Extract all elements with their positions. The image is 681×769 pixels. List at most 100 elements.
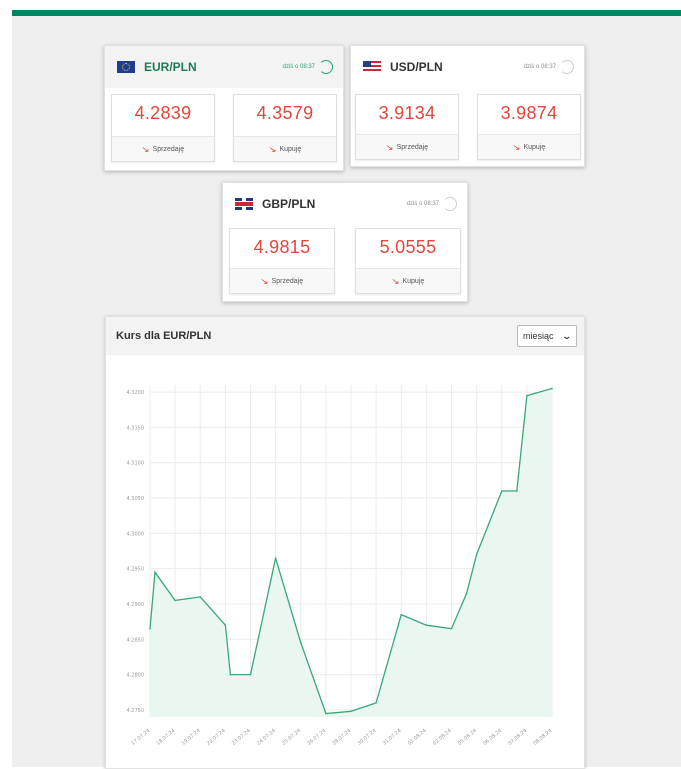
sell-label: Sprzedaję bbox=[396, 143, 429, 151]
trend-down-icon: ↘ bbox=[390, 276, 400, 286]
update-time: dziś o 08:37 bbox=[523, 64, 556, 70]
x-tick-label: 26.07.24 bbox=[306, 728, 327, 747]
trend-down-icon: ↘ bbox=[140, 144, 150, 154]
currency-pair-label: EUR/PLN bbox=[144, 60, 197, 74]
gb-flag-icon bbox=[235, 198, 253, 210]
data-point bbox=[325, 712, 327, 715]
x-tick-label: 07.08.24 bbox=[507, 728, 528, 747]
trend-down-icon: ↘ bbox=[384, 142, 394, 152]
us-flag-icon bbox=[363, 61, 381, 73]
buy-rate-box[interactable]: 5.0555 ↘ Kupuję bbox=[355, 228, 461, 294]
x-tick-label: 05.08.24 bbox=[457, 728, 478, 747]
chart-panel: Kurs dla EUR/PLN miesiąc ⌄ 4.3200 4.3150 4… bbox=[105, 316, 585, 769]
data-point bbox=[199, 596, 202, 598]
x-tick-label: 06.08.24 bbox=[482, 728, 503, 747]
trend-down-icon: ↘ bbox=[511, 142, 521, 152]
x-tick-label: 25.07.24 bbox=[281, 728, 302, 747]
refresh-spinner-icon bbox=[319, 60, 333, 74]
data-point bbox=[500, 490, 503, 492]
buy-label: Kupuję bbox=[523, 143, 546, 151]
update-time: dziś o 08:37 bbox=[406, 201, 439, 207]
eu-flag-icon bbox=[117, 61, 135, 73]
y-tick-label: 4.3200 bbox=[127, 390, 145, 396]
rate-chart[interactable]: 4.3200 4.3150 4.3100 4.3050 4.3000 4.2950 4.29… bbox=[106, 355, 584, 768]
data-point bbox=[400, 613, 403, 616]
period-select[interactable]: miesiąc ⌄ bbox=[517, 325, 577, 347]
sell-rate-footer: ↘ Sprzedaję bbox=[230, 268, 334, 293]
data-point bbox=[299, 642, 302, 644]
rate-card-header: GBP/PLN dziś o 08:37 bbox=[223, 183, 467, 225]
sell-rate-box[interactable]: 3.9134 ↘ Sprzedaję bbox=[355, 94, 459, 160]
refresh-spinner-icon bbox=[443, 197, 457, 211]
rate-card-usd[interactable]: USD/PLN dziś o 08:37 3.9134 ↘ Sprzedaję … bbox=[350, 45, 585, 167]
x-tick-label: 22.07.24 bbox=[206, 728, 227, 747]
trend-down-icon: ↘ bbox=[267, 144, 277, 154]
x-tick-label: 24.07.24 bbox=[256, 728, 277, 747]
sell-label: Sprzedaję bbox=[152, 145, 185, 153]
rate-card-eur[interactable]: EUR/PLN dziś o 08:37 4.2839 ↘ Sprzedaję … bbox=[104, 45, 344, 171]
y-tick-label: 4.2850 bbox=[127, 637, 145, 643]
y-tick-label: 4.2950 bbox=[127, 567, 145, 573]
x-tick-label: 29.07.24 bbox=[331, 728, 352, 747]
y-tick-label: 4.2800 bbox=[127, 673, 145, 679]
x-tick-label: 01.08.24 bbox=[407, 728, 428, 747]
y-tick-label: 4.2900 bbox=[127, 602, 145, 608]
data-point bbox=[274, 557, 277, 559]
data-point bbox=[475, 553, 478, 556]
x-tick-label: 23.07.24 bbox=[231, 728, 252, 747]
x-tick-label: 18.07.24 bbox=[155, 728, 176, 747]
buy-rate-value: 4.3579 bbox=[256, 103, 314, 123]
sell-rate-value: 4.2839 bbox=[134, 103, 192, 123]
rate-card-gbp[interactable]: GBP/PLN dziś o 08:37 4.9815 ↘ Sprzedaję … bbox=[222, 182, 468, 302]
currency-pair-label: GBP/PLN bbox=[262, 197, 316, 211]
sell-rate-value: 4.9815 bbox=[253, 237, 311, 257]
data-point bbox=[154, 571, 156, 573]
currency-pair-label: USD/PLN bbox=[390, 60, 443, 74]
data-point bbox=[450, 627, 453, 630]
data-point bbox=[465, 592, 468, 595]
x-tick-label: 19.07.24 bbox=[181, 728, 202, 747]
y-tick-label: 4.3000 bbox=[127, 531, 145, 537]
data-point bbox=[526, 394, 528, 397]
buy-rate-footer: ↘ Kupuję bbox=[234, 136, 336, 161]
rate-card-header: USD/PLN dziś o 08:37 bbox=[351, 46, 584, 88]
data-point bbox=[224, 624, 227, 626]
sell-rate-box[interactable]: 4.9815 ↘ Sprzedaję bbox=[229, 228, 335, 294]
refresh-spinner-icon bbox=[560, 60, 574, 74]
data-point bbox=[551, 387, 553, 390]
buy-rate-footer: ↘ Kupuję bbox=[356, 268, 460, 293]
chart-title: Kurs dla EUR/PLN bbox=[116, 330, 212, 342]
buy-rate-box[interactable]: 4.3579 ↘ Kupuję bbox=[233, 94, 337, 162]
buy-rate-box[interactable]: 3.9874 ↘ Kupuję bbox=[477, 94, 581, 160]
y-tick-label: 4.3050 bbox=[127, 496, 145, 502]
sell-rate-box[interactable]: 4.2839 ↘ Sprzedaję bbox=[111, 94, 215, 162]
data-point bbox=[249, 673, 252, 676]
sell-rate-value: 3.9134 bbox=[378, 103, 436, 123]
buy-rate-value: 5.0555 bbox=[379, 237, 437, 257]
sell-rate-footer: ↘ Sprzedaję bbox=[112, 136, 214, 161]
x-tick-label: 02.08.24 bbox=[432, 728, 453, 747]
x-tick-label: 17.07.24 bbox=[130, 728, 151, 747]
data-point bbox=[149, 627, 151, 630]
data-point bbox=[425, 624, 428, 626]
sell-label: Sprzedaję bbox=[271, 277, 304, 285]
top-accent-bar bbox=[12, 10, 681, 16]
rate-card-header: EUR/PLN dziś o 08:37 bbox=[105, 46, 343, 88]
data-point bbox=[350, 710, 352, 713]
buy-rate-footer: ↘ Kupuję bbox=[478, 134, 580, 159]
x-tick-label: 08.08.24 bbox=[532, 728, 553, 747]
buy-rate-value: 3.9874 bbox=[500, 103, 558, 123]
y-tick-label: 4.3100 bbox=[127, 461, 145, 467]
update-time: dziś o 08:37 bbox=[282, 64, 315, 70]
buy-label: Kupuję bbox=[402, 277, 425, 285]
trend-down-icon: ↘ bbox=[259, 276, 269, 286]
data-point bbox=[375, 702, 377, 704]
data-point bbox=[174, 599, 176, 602]
data-point bbox=[229, 673, 232, 676]
x-tick-label: 31.07.24 bbox=[382, 728, 403, 747]
y-tick-label: 4.3150 bbox=[127, 425, 145, 431]
buy-label: Kupuję bbox=[279, 145, 302, 153]
chevron-down-icon: ⌄ bbox=[561, 330, 573, 341]
chart-header: Kurs dla EUR/PLN miesiąc ⌄ bbox=[106, 317, 584, 355]
sell-rate-footer: ↘ Sprzedaję bbox=[356, 134, 458, 159]
